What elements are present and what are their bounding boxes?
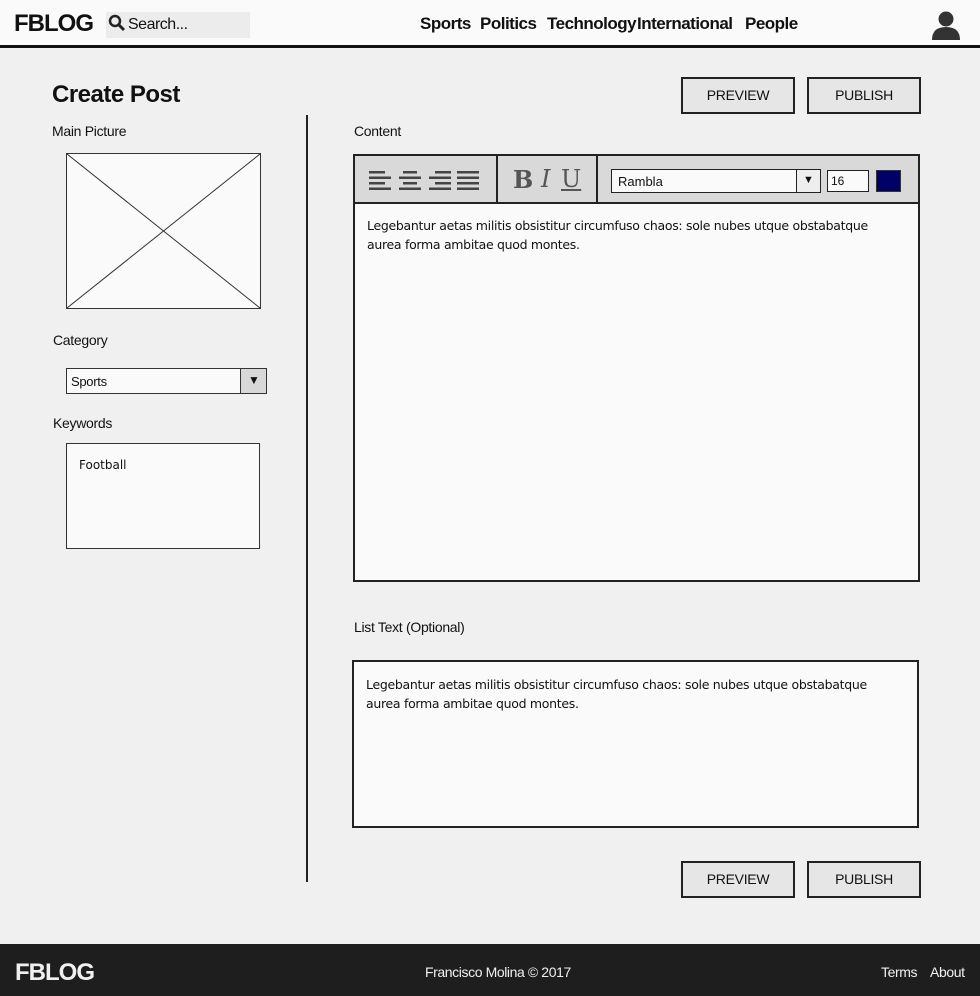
align-left-icon[interactable] xyxy=(369,171,393,191)
search-input[interactable] xyxy=(128,15,246,35)
nav-politics[interactable]: Politics xyxy=(480,14,537,34)
text-color-swatch[interactable] xyxy=(876,170,901,192)
list-text-field[interactable]: Legebantur aetas militis obsistitur circ… xyxy=(352,660,919,828)
toolbar-separator xyxy=(496,156,498,202)
footer: FBLOG Francisco Molina © 2017 Terms Abou… xyxy=(0,944,980,996)
italic-button[interactable]: I xyxy=(541,165,550,193)
editor-toolbar: B I U Rambla ▼ 16 xyxy=(355,156,918,204)
image-placeholder-icon xyxy=(66,153,261,309)
search-icon[interactable] xyxy=(108,14,126,32)
chevron-down-icon: ▼ xyxy=(803,174,814,186)
align-justify-icon[interactable] xyxy=(456,171,480,191)
category-select[interactable]: Sports ▼ xyxy=(66,368,267,394)
column-divider xyxy=(306,115,308,882)
nav-people[interactable]: People xyxy=(745,14,798,34)
search-box[interactable] xyxy=(106,12,250,38)
category-value: Sports xyxy=(71,374,107,389)
content-text[interactable]: Legebantur aetas militis obsistitur circ… xyxy=(367,216,897,254)
site-logo[interactable]: FBLOG xyxy=(14,10,94,38)
bold-button[interactable]: B xyxy=(513,165,533,194)
category-label: Category xyxy=(53,332,108,348)
nav-international[interactable]: International xyxy=(637,14,733,34)
font-family-value: Rambla xyxy=(618,174,663,189)
preview-button-bottom[interactable]: PREVIEW xyxy=(681,861,795,898)
chevron-down-icon: ▼ xyxy=(248,373,260,387)
list-text-label: List Text (Optional) xyxy=(354,619,465,635)
nav-sports[interactable]: Sports xyxy=(420,14,471,34)
font-family-select[interactable]: Rambla ▼ xyxy=(611,169,821,193)
footer-about-link[interactable]: About xyxy=(930,964,965,980)
main-picture-placeholder[interactable] xyxy=(66,153,261,309)
toolbar-separator xyxy=(596,156,598,202)
page-title: Create Post xyxy=(52,81,180,108)
footer-logo[interactable]: FBLOG xyxy=(15,959,95,987)
align-right-icon[interactable] xyxy=(427,171,451,191)
footer-terms-link[interactable]: Terms xyxy=(881,964,918,980)
user-icon[interactable] xyxy=(930,10,962,40)
underline-button[interactable]: U xyxy=(561,165,581,193)
font-size-value: 16 xyxy=(831,174,845,188)
keywords-field[interactable]: Football xyxy=(66,443,260,549)
content-editor[interactable]: B I U Rambla ▼ 16 Legebantur aetas milit… xyxy=(353,154,920,582)
top-header: FBLOG Sports Politics Technology Interna… xyxy=(0,0,980,48)
preview-button[interactable]: PREVIEW xyxy=(681,77,795,114)
keywords-label: Keywords xyxy=(53,415,113,431)
main-picture-label: Main Picture xyxy=(52,123,127,139)
align-center-icon[interactable] xyxy=(398,171,422,191)
publish-button-bottom[interactable]: PUBLISH xyxy=(807,861,921,898)
category-dropdown-button[interactable]: ▼ xyxy=(240,369,266,393)
nav-technology[interactable]: Technology xyxy=(547,14,637,34)
font-size-input[interactable]: 16 xyxy=(827,170,869,192)
list-text-content[interactable]: Legebantur aetas militis obsistitur circ… xyxy=(366,675,896,713)
publish-button[interactable]: PUBLISH xyxy=(807,77,921,114)
font-dropdown-button[interactable]: ▼ xyxy=(796,170,820,192)
content-label: Content xyxy=(354,123,401,139)
footer-copyright: Francisco Molina © 2017 xyxy=(425,964,571,980)
